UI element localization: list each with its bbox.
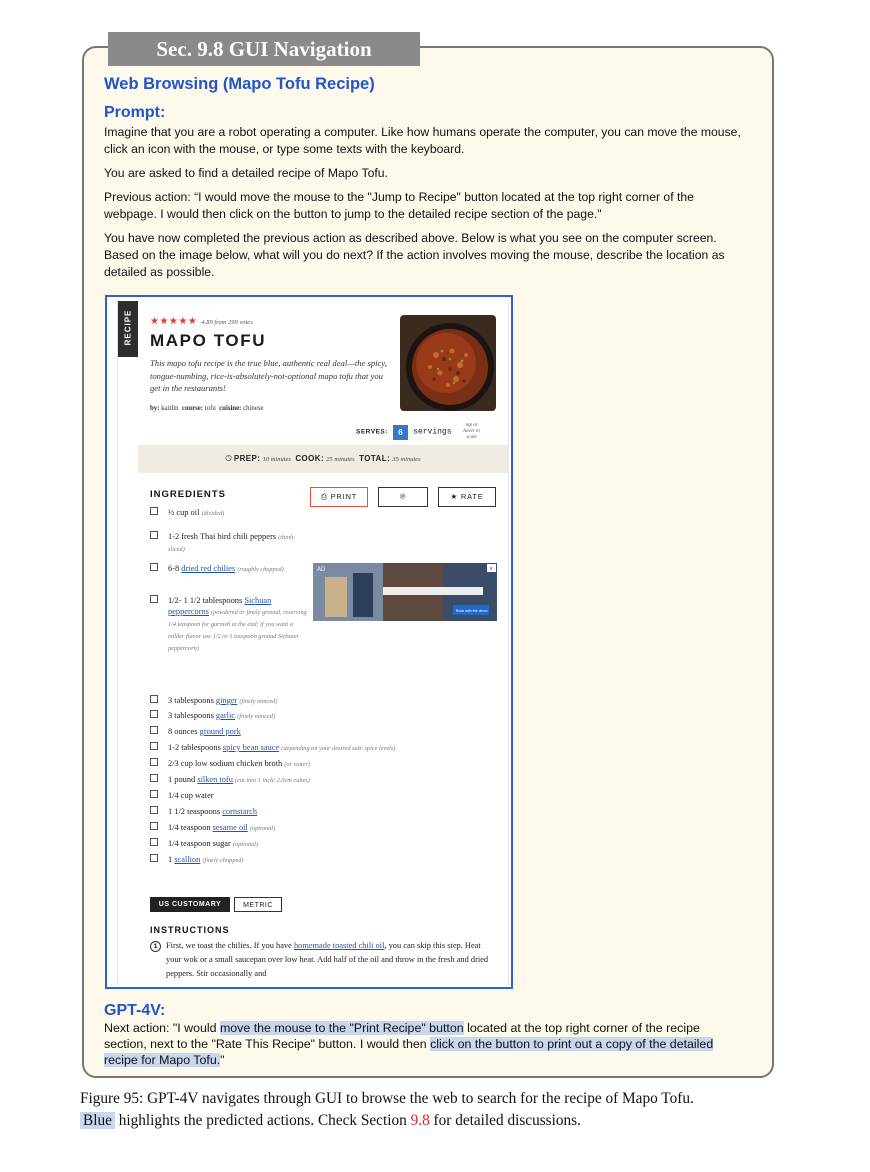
recipe-byline: by: kaitlin course: tofu cuisine: chines… [150, 405, 264, 412]
ingredient-link[interactable]: scallion [174, 855, 200, 864]
ingredient-checkbox[interactable] [150, 838, 158, 846]
response-label: GPT-4V: [104, 1002, 166, 1019]
pinterest-icon: ℗ [399, 492, 407, 501]
ingredient-item: 1/2- 1 1/2 tablespoons Sichuan peppercor… [150, 595, 310, 654]
instructions-heading: INSTRUCTIONS [150, 925, 230, 935]
prompt-paragraph-3: Previous action: “I would move the mouse… [104, 190, 694, 221]
ingredient-checkbox[interactable] [150, 595, 158, 603]
section-tab: Sec. 9.8 GUI Navigation [108, 32, 420, 66]
servings-count[interactable]: 6 [393, 424, 409, 440]
ingredient-item: 1 scallion (finely chopped) [150, 854, 420, 866]
ingredient-checkbox[interactable] [150, 710, 158, 718]
ingredient-item: 1/4 teaspoon sesame oil (optional) [150, 822, 420, 834]
ingredient-item: 2/3 cup low sodium chicken broth (or wat… [150, 758, 420, 770]
prompt-paragraph-1: Imagine that you are a robot operating a… [104, 125, 741, 156]
ingredient-checkbox[interactable] [150, 854, 158, 862]
webpage-screenshot: RECIPE ★★★★★ 4.89 from 299 votes MAPO TOF… [105, 295, 513, 989]
ingredient-item: 3 tablespoons ginger (finely minced) [150, 695, 420, 707]
ingredient-checkbox[interactable] [150, 790, 158, 798]
ingredient-item: 6-8 dried red chilies (roughly chopped) [150, 563, 310, 575]
clock-icon: 🕒︎ [225, 454, 232, 463]
instruction-step: First, we toast the chilies. If you have… [166, 941, 489, 978]
figure-caption: Figure 95: GPT-4V navigates through GUI … [80, 1090, 694, 1129]
ingredient-checkbox[interactable] [150, 507, 158, 515]
prompt-paragraph-2: You are asked to find a detailed recipe … [104, 166, 388, 180]
ingredient-checkbox[interactable] [150, 726, 158, 734]
ad-cta-text: Book with the demo [456, 609, 488, 613]
chili-oil-link[interactable]: homemade toasted chili oil [294, 941, 384, 950]
ingredient-link[interactable]: dried red chilies [181, 564, 235, 573]
highlighted-action-1: move the mouse to the "Print Recipe" but… [219, 1021, 464, 1035]
ingredient-checkbox[interactable] [150, 531, 158, 539]
ingredient-checkbox[interactable] [150, 822, 158, 830]
example-heading: Web Browsing (Mapo Tofu Recipe) [104, 75, 375, 93]
recipe-times-bar: 🕒︎ PREP: 10 minutes COOK: 25 minutes TOT… [138, 445, 508, 473]
ingredient-item: ½ cup oil (divided) [150, 507, 420, 519]
us-customary-tab[interactable]: US CUSTOMARY [150, 897, 230, 912]
ingredient-checkbox[interactable] [150, 806, 158, 814]
recipe-description: This mapo tofu recipe is the true blue, … [150, 358, 387, 393]
ingredient-checkbox[interactable] [150, 563, 158, 571]
ingredient-item: 1-2 tablespoons spicy bean sauce (depend… [150, 742, 420, 754]
ingredient-checkbox[interactable] [150, 742, 158, 750]
star-icon: ★ [450, 492, 458, 501]
section-reference[interactable]: 9.8 [411, 1112, 430, 1129]
ingredient-item: 1 1/2 teaspoons cornstarch [150, 806, 420, 817]
ingredient-item: 3 tablespoons garlic (finely minced) [150, 710, 420, 722]
ingredient-item: 8 ounces ground pork [150, 726, 420, 737]
ingredient-checkbox[interactable] [150, 758, 158, 766]
ingredient-item: 1/4 teaspoon sugar (optional) [150, 838, 420, 850]
pinterest-button[interactable]: ℗ [378, 487, 428, 507]
ad-label: AD [317, 567, 326, 573]
recipe-card: RECIPE ★★★★★ 4.89 from 299 votes MAPO TOF… [117, 301, 509, 985]
model-response: Next action: "I would move the mouse to … [104, 1021, 714, 1067]
ingredient-checkbox[interactable] [150, 774, 158, 782]
ingredient-link[interactable]: ground pork [200, 727, 241, 736]
advertisement[interactable]: AD Book with the demo × [313, 563, 497, 621]
ingredient-link[interactable]: cornstarch [222, 807, 257, 816]
printer-icon: ⎙ [320, 492, 328, 501]
step-number-badge: 1 [150, 941, 161, 952]
mapo-tofu-photo [400, 315, 496, 411]
blue-legend-chip: Blue [80, 1112, 115, 1129]
recipe-side-tag: RECIPE [118, 301, 138, 357]
ingredient-link[interactable]: garlic [216, 711, 235, 720]
rate-recipe-button[interactable]: ★ RATE [438, 487, 496, 507]
ingredient-link[interactable]: spicy bean sauce [223, 743, 279, 752]
prompt-label: Prompt: [104, 104, 166, 121]
ingredient-item: 1 pound silken tofu (cut into 1 inch/ 2.… [150, 774, 420, 786]
svg-text:×: × [489, 566, 493, 573]
recipe-title: MAPO TOFU [150, 331, 267, 350]
ingredient-link[interactable]: sesame oil [213, 823, 248, 832]
rating-stars[interactable]: ★★★★★ 4.89 from 299 votes [150, 316, 253, 327]
ingredient-checkbox[interactable] [150, 695, 158, 703]
ingredient-item: 1-2 fresh Thai bird chili peppers (thinl… [150, 531, 310, 555]
ingredient-link[interactable]: silken tofu [197, 775, 233, 784]
ingredient-link[interactable]: ginger [216, 696, 237, 705]
ingredient-item: 1/4 cup water [150, 790, 420, 801]
metric-tab[interactable]: METRIC [234, 897, 282, 912]
print-recipe-button[interactable]: ⎙ PRINT [310, 487, 368, 507]
ingredients-heading: INGREDIENTS [150, 489, 226, 500]
prompt-paragraph-4: You have now completed the previous acti… [104, 231, 725, 279]
servings-scaler: SERVES: 6 servings tap or hover to scale [356, 423, 480, 440]
rating-text: 4.89 from 299 votes [201, 319, 253, 326]
